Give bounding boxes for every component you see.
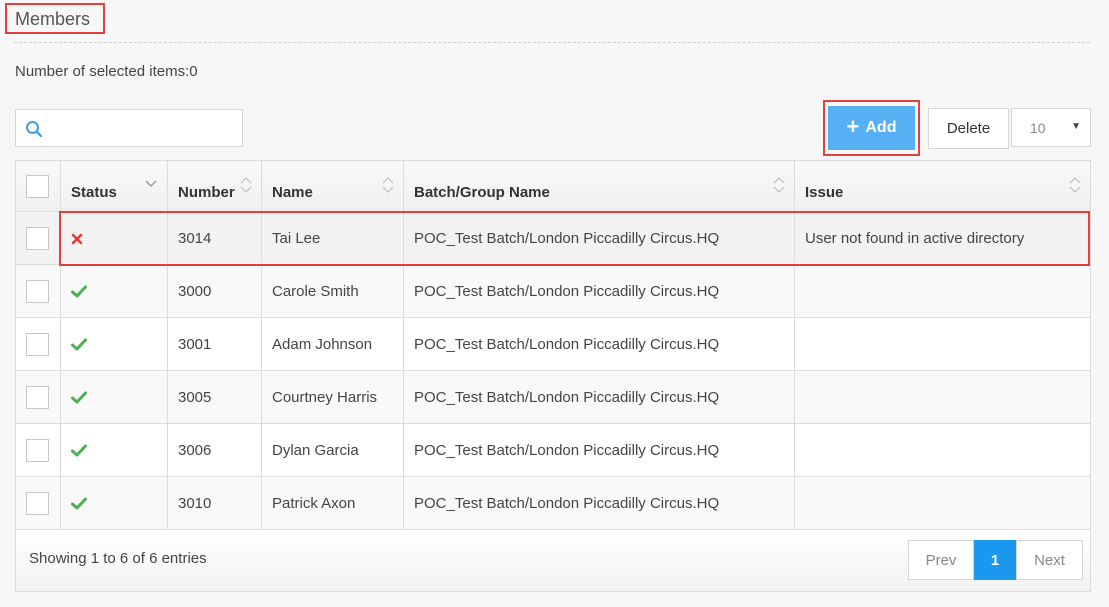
check-icon — [71, 497, 87, 510]
number-cell: 3010 — [167, 476, 262, 530]
row-checkbox[interactable] — [26, 226, 49, 250]
number-cell: 3005 — [167, 370, 262, 424]
select-all-checkbox[interactable] — [26, 175, 49, 199]
name-cell: Dylan Garcia — [261, 423, 404, 477]
check-icon — [71, 391, 87, 404]
row-checkbox[interactable] — [26, 438, 49, 462]
search-input[interactable] — [52, 114, 238, 142]
status-cell — [60, 476, 168, 530]
page-button-current[interactable]: 1 — [974, 540, 1016, 580]
add-button-label: Add — [865, 119, 897, 136]
row-select-cell[interactable] — [15, 317, 61, 371]
table-row[interactable]: 3001 Adam Johnson POC_Test Batch/London Pi… — [15, 317, 1091, 371]
row-select-cell[interactable] — [15, 370, 61, 424]
row-select-cell[interactable] — [15, 476, 61, 530]
column-header-issue[interactable]: Issue — [794, 160, 1091, 212]
row-select-cell[interactable] — [15, 423, 61, 477]
status-cell — [60, 423, 168, 477]
row-checkbox[interactable] — [26, 279, 49, 303]
status-cell — [60, 317, 168, 371]
page-size-value: 10 — [1030, 120, 1046, 136]
header-select-all[interactable] — [15, 160, 61, 212]
name-cell: Carole Smith — [261, 264, 404, 318]
search-box[interactable] — [15, 109, 243, 147]
add-button[interactable]: + Add — [828, 106, 915, 150]
page-size-select[interactable]: 10 ▼ — [1011, 108, 1091, 147]
row-select-cell[interactable] — [15, 211, 61, 265]
issue-cell — [794, 476, 1091, 530]
table-row[interactable]: 3000 Carole Smith POC_Test Batch/London Pi… — [15, 264, 1091, 318]
chevron-down-icon[interactable] — [145, 180, 157, 188]
name-cell: Adam Johnson — [261, 317, 404, 371]
sort-icon[interactable] — [773, 176, 785, 194]
issue-cell: User not found in active directory — [794, 211, 1091, 265]
batch-cell: POC_Test Batch/London Piccadilly Circus.… — [403, 370, 795, 424]
sort-icon[interactable] — [240, 176, 252, 194]
table-row[interactable]: 3014 Tai Lee POC_Test Batch/London Piccadi… — [15, 211, 1091, 265]
check-icon — [71, 285, 87, 298]
name-cell: Courtney Harris — [261, 370, 404, 424]
row-checkbox[interactable] — [26, 385, 49, 409]
column-header-status[interactable]: Status — [60, 160, 168, 212]
batch-cell: POC_Test Batch/London Piccadilly Circus.… — [403, 264, 795, 318]
sort-icon[interactable] — [382, 176, 394, 194]
column-label-status: Status — [71, 183, 117, 201]
table-row[interactable]: 3010 Patrick Axon POC_Test Batch/London Pi… — [15, 476, 1091, 530]
pagination: Prev 1 Next — [908, 540, 1083, 580]
column-label-number: Number — [178, 183, 235, 201]
batch-cell: POC_Test Batch/London Piccadilly Circus.… — [403, 211, 795, 265]
status-cell — [60, 264, 168, 318]
number-cell: 3001 — [167, 317, 262, 371]
issue-cell — [794, 370, 1091, 424]
batch-cell: POC_Test Batch/London Piccadilly Circus.… — [403, 476, 795, 530]
table-row[interactable]: 3006 Dylan Garcia POC_Test Batch/London Pi… — [15, 423, 1091, 477]
issue-cell — [794, 317, 1091, 371]
issue-cell — [794, 423, 1091, 477]
table-header-row: Status Number Name Batch/Group Name Issu… — [15, 160, 1091, 212]
table-row[interactable]: 3005 Courtney Harris POC_Test Batch/London… — [15, 370, 1091, 424]
batch-cell: POC_Test Batch/London Piccadilly Circus.… — [403, 423, 795, 477]
name-cell: Tai Lee — [261, 211, 404, 265]
section-title: Members — [5, 3, 105, 34]
search-icon — [26, 121, 43, 138]
cross-icon — [71, 233, 83, 244]
members-table: Status Number Name Batch/Group Name Issu… — [15, 160, 1091, 530]
selected-count: Number of selected items:0 — [15, 63, 198, 80]
caret-down-icon: ▼ — [1071, 121, 1081, 132]
column-label-issue: Issue — [805, 183, 844, 201]
column-label-batch: Batch/Group Name — [414, 183, 550, 201]
name-cell: Patrick Axon — [261, 476, 404, 530]
column-header-number[interactable]: Number — [167, 160, 262, 212]
column-header-name[interactable]: Name — [261, 160, 404, 212]
number-cell: 3000 — [167, 264, 262, 318]
row-select-cell[interactable] — [15, 264, 61, 318]
table-footer: Showing 1 to 6 of 6 entries Prev 1 Next — [15, 530, 1091, 592]
sort-icon[interactable] — [1069, 176, 1081, 194]
batch-cell: POC_Test Batch/London Piccadilly Circus.… — [403, 317, 795, 371]
plus-icon: + — [846, 114, 860, 139]
column-header-batch[interactable]: Batch/Group Name — [403, 160, 795, 212]
entries-summary: Showing 1 to 6 of 6 entries — [29, 550, 207, 567]
check-icon — [71, 338, 87, 351]
row-checkbox[interactable] — [26, 491, 49, 515]
number-cell: 3006 — [167, 423, 262, 477]
row-checkbox[interactable] — [26, 332, 49, 356]
prev-page-button[interactable]: Prev — [908, 540, 974, 580]
check-icon — [71, 444, 87, 457]
delete-button[interactable]: Delete — [928, 108, 1009, 149]
number-cell: 3014 — [167, 211, 262, 265]
title-divider — [14, 42, 1090, 43]
issue-cell — [794, 264, 1091, 318]
next-page-button[interactable]: Next — [1016, 540, 1083, 580]
column-label-name: Name — [272, 183, 313, 201]
status-cell — [60, 370, 168, 424]
status-cell — [60, 211, 168, 265]
